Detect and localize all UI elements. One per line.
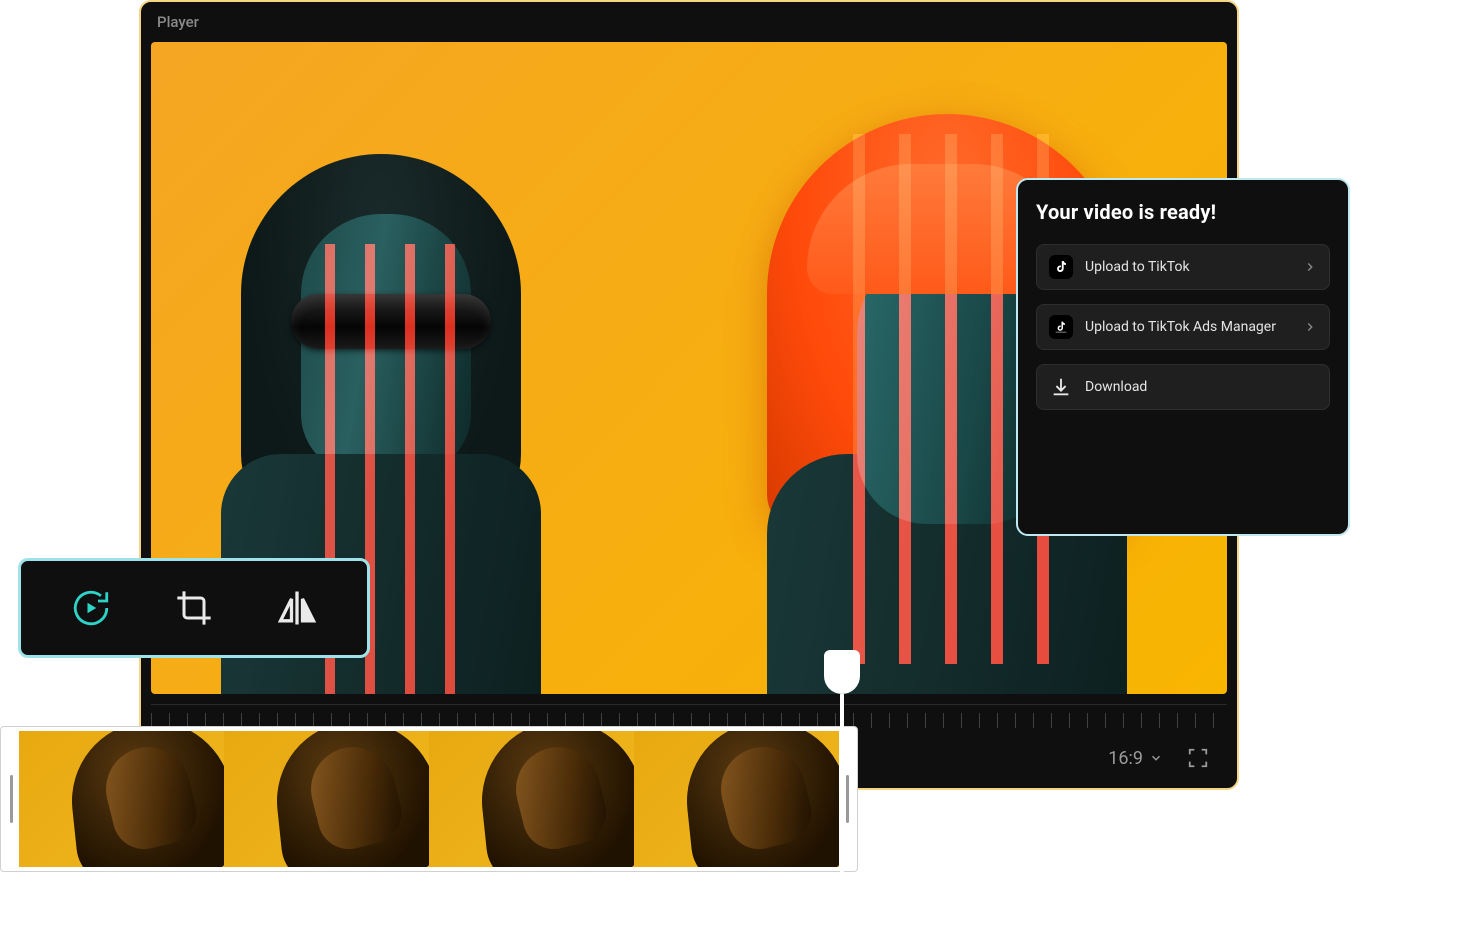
filmstrip <box>0 726 858 872</box>
export-heading: Your video is ready! <box>1036 200 1330 224</box>
chevron-down-icon <box>1149 751 1163 765</box>
trim-handle-right[interactable] <box>841 731 853 867</box>
download-label: Download <box>1085 379 1317 395</box>
fullscreen-icon <box>1187 747 1209 769</box>
mirror-icon <box>275 586 319 630</box>
trim-handle-left[interactable] <box>5 731 17 867</box>
download-icon <box>1049 375 1073 399</box>
upload-tiktok-ads-button[interactable]: Upload to TikTok Ads Manager <box>1036 304 1330 350</box>
filmstrip-thumbs[interactable] <box>19 731 839 867</box>
edit-toolbar <box>18 558 370 658</box>
upload-tiktok-label: Upload to TikTok <box>1085 259 1291 275</box>
aspect-ratio-select[interactable]: 16:9 <box>1108 748 1163 769</box>
chevron-right-icon <box>1303 320 1317 334</box>
aspect-ratio-value: 16:9 <box>1108 748 1143 769</box>
download-button[interactable]: Download <box>1036 364 1330 410</box>
upload-tiktok-ads-label: Upload to TikTok Ads Manager <box>1085 319 1291 335</box>
filmstrip-thumb[interactable] <box>429 731 634 867</box>
filmstrip-thumb[interactable] <box>224 731 429 867</box>
player-title: Player <box>157 13 199 31</box>
filmstrip-thumb[interactable] <box>19 731 224 867</box>
player-header: Player <box>141 2 1237 42</box>
upload-tiktok-button[interactable]: Upload to TikTok <box>1036 244 1330 290</box>
export-panel: Your video is ready! Upload to TikTok Up… <box>1016 178 1350 536</box>
filmstrip-thumb[interactable] <box>634 731 839 867</box>
tiktok-icon <box>1049 255 1073 279</box>
mirror-tool-button[interactable] <box>267 578 327 638</box>
replay-tool-button[interactable] <box>61 578 121 638</box>
timeline-ruler[interactable] <box>151 704 1227 728</box>
fullscreen-button[interactable] <box>1187 747 1209 769</box>
crop-tool-button[interactable] <box>164 578 224 638</box>
replay-icon <box>70 587 112 629</box>
chevron-right-icon <box>1303 260 1317 274</box>
tiktok-business-icon <box>1049 315 1073 339</box>
crop-icon <box>174 588 214 628</box>
